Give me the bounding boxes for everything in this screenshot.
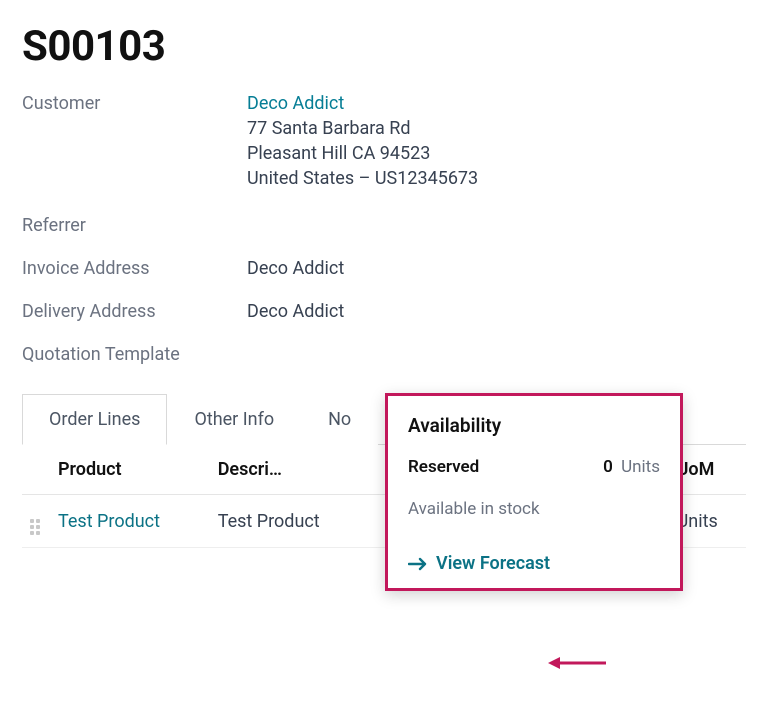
field-referrer: Referrer bbox=[22, 215, 746, 236]
customer-address-line3: United States – US12345673 bbox=[247, 168, 478, 189]
popover-title: Availability bbox=[408, 414, 660, 437]
tab-order-lines[interactable]: Order Lines bbox=[22, 394, 167, 445]
delivery-address-value[interactable]: Deco Addict bbox=[247, 301, 344, 322]
view-forecast-label: View Forecast bbox=[436, 553, 550, 574]
popover-reserved-value: 0 bbox=[603, 457, 613, 477]
customer-address-line2: Pleasant Hill CA 94523 bbox=[247, 143, 478, 164]
view-forecast-link[interactable]: View Forecast bbox=[408, 553, 660, 574]
field-customer: Customer Deco Addict 77 Santa Barbara Rd… bbox=[22, 93, 746, 193]
availability-popover: Availability Reserved 0 Units Available … bbox=[385, 393, 683, 591]
field-label-delivery-address: Delivery Address bbox=[22, 301, 247, 322]
invoice-address-value[interactable]: Deco Addict bbox=[247, 258, 344, 279]
line-product-link[interactable]: Test Product bbox=[50, 495, 210, 548]
annotation-arrow-icon bbox=[548, 654, 608, 672]
field-quotation-template: Quotation Template bbox=[22, 344, 746, 365]
line-description: Test Product bbox=[210, 495, 370, 548]
field-label-customer: Customer bbox=[22, 93, 247, 114]
tab-notes[interactable]: No bbox=[301, 394, 378, 445]
customer-link[interactable]: Deco Addict bbox=[247, 93, 478, 114]
drag-handle-icon[interactable] bbox=[30, 519, 40, 535]
field-label-quotation-template: Quotation Template bbox=[22, 344, 247, 365]
popover-reserved-row: Reserved 0 Units bbox=[408, 457, 660, 477]
popover-reserved-label: Reserved bbox=[408, 457, 479, 477]
field-label-referrer: Referrer bbox=[22, 215, 247, 236]
customer-address-line1: 77 Santa Barbara Rd bbox=[247, 118, 478, 139]
field-delivery-address: Delivery Address Deco Addict bbox=[22, 301, 746, 322]
field-invoice-address: Invoice Address Deco Addict bbox=[22, 258, 746, 279]
tab-other-info[interactable]: Other Info bbox=[167, 394, 301, 445]
arrow-right-icon bbox=[408, 557, 428, 571]
field-label-invoice-address: Invoice Address bbox=[22, 258, 247, 279]
popover-reserved-unit: Units bbox=[621, 457, 660, 477]
col-description[interactable]: Descri… bbox=[210, 445, 370, 495]
col-product[interactable]: Product bbox=[50, 445, 210, 495]
page-title: S00103 bbox=[22, 22, 746, 71]
popover-status: Available in stock bbox=[408, 499, 660, 519]
